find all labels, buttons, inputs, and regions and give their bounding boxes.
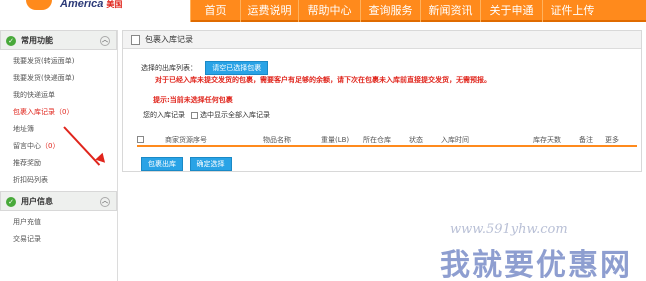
col-status: 状态 (409, 136, 423, 144)
watermark-url: www.591yhw.com (450, 222, 568, 237)
sidebar-section-user[interactable]: ✓ 用户信息 ︿ (0, 191, 117, 211)
sidebar-item-ship-express[interactable]: 我要发货(快递面单) (0, 70, 117, 87)
col-stock-days: 库存天数 (533, 136, 561, 144)
logo-mark-icon (26, 0, 52, 10)
nav-about[interactable]: 关于申通 (480, 0, 542, 22)
top-nav-bar: America 美国 首页 运费说明 帮助中心 查询服务 新闻资讯 关于申通 证件… (0, 0, 646, 22)
col-more: 更多 (605, 136, 619, 144)
sidebar-item-transactions[interactable]: 交易记录 (0, 231, 117, 248)
main-nav: 首页 运费说明 帮助中心 查询服务 新闻资讯 关于申通 证件上传 (190, 0, 602, 22)
col-weight: 重量(LB) (321, 136, 350, 144)
select-all-checkbox[interactable] (137, 136, 144, 143)
document-icon (131, 35, 140, 45)
col-item-name: 物品名称 (263, 136, 291, 144)
selection-hint: 提示:当前未选择任何包裹 (153, 96, 233, 104)
panel-actions: 包裹出库 确定选择 (141, 157, 236, 171)
show-all-checkbox[interactable] (191, 111, 198, 119)
inbound-records-panel: 包裹入库记录 选择的出库列表： 请空已选择包裹 对于已经入库未提交发货的包裹，需… (122, 30, 642, 172)
outbound-button[interactable]: 包裹出库 (141, 157, 183, 171)
col-inbound-time: 入库时间 (441, 136, 469, 144)
sidebar-item-ship-transfer[interactable]: 我要发货(转运面单) (0, 53, 117, 70)
col-warehouse: 所在仓库 (363, 136, 391, 144)
records-filter-row: 您的入库记录 选中显示全部入库记录 (143, 111, 270, 119)
nav-home[interactable]: 首页 (190, 0, 240, 22)
sidebar-section-common[interactable]: ✓ 常用功能 ︿ (0, 30, 117, 50)
selected-list-row: 选择的出库列表： 请空已选择包裹 (141, 61, 269, 75)
panel-header: 包裹入库记录 (123, 31, 641, 49)
sidebar-item-discount-codes[interactable]: 折扣码列表 (0, 172, 117, 189)
page: America 美国 首页 运费说明 帮助中心 查询服务 新闻资讯 关于申通 证件… (0, 0, 646, 281)
col-remark: 备注 (579, 136, 593, 144)
nav-help-center[interactable]: 帮助中心 (298, 0, 360, 22)
check-circle-icon: ✓ (6, 36, 16, 46)
records-table-header: 商家货源序号 物品名称 重量(LB) 所在仓库 状态 入库时间 库存天数 备注 … (137, 135, 637, 147)
nav-shipping-fees[interactable]: 运费说明 (240, 0, 298, 22)
confirm-selection-button[interactable]: 确定选择 (189, 157, 232, 171)
col-merchant-no: 商家货源序号 (165, 136, 207, 144)
sidebar-item-inbound-records[interactable]: 包裹入库记录（0） (0, 104, 117, 121)
nav-news[interactable]: 新闻资讯 (420, 0, 480, 22)
logo-text: America 美国 (60, 0, 123, 10)
warning-text: 对于已经入库未提交发货的包裹，需要客户有足够的余额，请下次在包裹未入库前直接提交… (155, 76, 491, 84)
nav-id-upload[interactable]: 证件上传 (542, 0, 602, 22)
sidebar-item-messages[interactable]: 留言中心（0） (0, 138, 117, 155)
sidebar-item-address-book[interactable]: 地址簿 (0, 121, 117, 138)
chevron-up-icon[interactable]: ︿ (100, 36, 110, 46)
page-title: 包裹入库记录 (145, 35, 193, 44)
sidebar-item-recharge[interactable]: 用户充值 (0, 214, 117, 231)
watermark-text: 我就要优惠网 (440, 248, 632, 281)
sidebar-item-my-waybills[interactable]: 我的快递运单 (0, 87, 117, 104)
logo[interactable]: America 美国 (0, 0, 190, 22)
check-circle-icon: ✓ (6, 197, 16, 207)
chevron-up-icon[interactable]: ︿ (100, 197, 110, 207)
nav-query-service[interactable]: 查询服务 (360, 0, 420, 22)
clear-selected-button[interactable]: 请空已选择包裹 (205, 61, 269, 75)
